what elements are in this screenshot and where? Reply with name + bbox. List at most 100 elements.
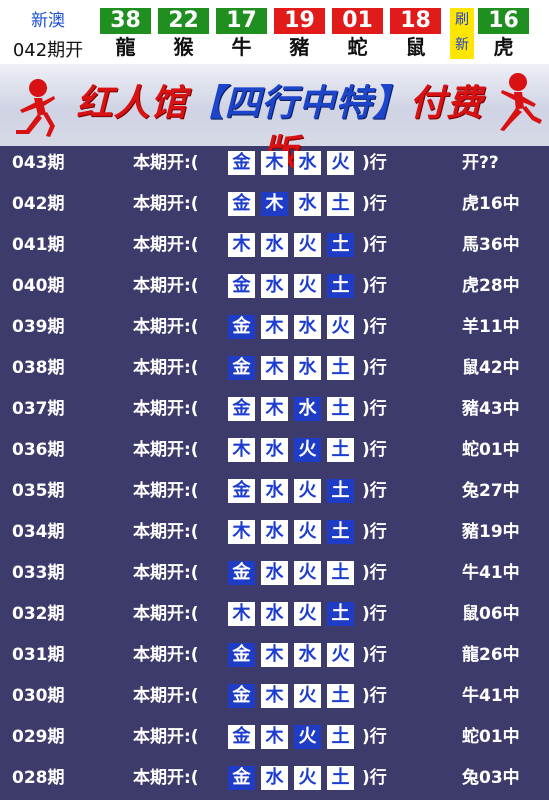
row-prefix: 本期开:( [133,522,199,542]
element: 水 [261,602,288,626]
issue-number: 037期 [12,399,65,419]
element-group: 金木火土 [228,725,360,751]
issue-number: 029期 [12,727,65,747]
element: 水 [261,561,288,585]
issue-number: 039期 [12,317,65,337]
row-suffix: )行 [362,317,387,337]
draw-result: 开?? [462,153,499,173]
element: 土 [327,438,354,462]
draw-result: 豬43中 [462,399,520,419]
row-suffix: )行 [362,604,387,624]
ball-zodiac: 猴 [173,35,194,59]
special-ball-number: 16 [478,8,529,34]
element-group: 金水火土 [228,274,360,300]
row-prefix: 本期开:( [133,358,199,378]
drawn-ball: 18 鼠 [390,8,441,59]
element: 火 [294,602,321,626]
list-item: 032期 本期开:(木水火土)行 鼠06中 [0,594,549,635]
issue-number: 031期 [12,645,65,665]
element: 木 [261,725,288,749]
element: 火 [327,151,354,175]
region-label: 新澳 [31,11,65,31]
row-suffix: )行 [362,768,387,788]
element: 木 [261,315,288,339]
element-group: 金木火土 [228,684,360,710]
drawn-ball: 22 猴 [158,8,209,59]
element: 土 [327,684,354,708]
draw-result: 羊11中 [462,317,520,337]
element: 土 [327,397,354,421]
list-item: 043期 本期开:(金木水火)行 开?? [0,143,549,184]
draw-result: 牛41中 [462,563,520,583]
element: 土 [327,356,354,380]
element: 土 [327,725,354,749]
draw-result: 龍26中 [462,645,520,665]
row-suffix: )行 [362,235,387,255]
banner-title-b: 【四行中特】 [187,82,410,124]
refresh-button[interactable]: 刷新 [450,8,474,59]
element: 木 [261,643,288,667]
row-suffix: )行 [362,194,387,214]
list-item: 042期 本期开:(金木水土)行 虎16中 [0,184,549,225]
element-group: 金木水火 [228,643,360,669]
ball-number: 17 [216,8,267,34]
draw-result: 兔27中 [462,481,520,501]
element: 土 [327,192,354,216]
red-runner-icon [500,73,542,131]
row-prefix: 本期开:( [133,686,199,706]
element-hit: 金 [228,643,255,667]
row-suffix: )行 [362,440,387,460]
element: 火 [327,643,354,667]
element-group: 木水火土 [228,520,360,546]
banner-title: 红人馆【四行中特】付费版 [60,78,500,174]
element: 火 [294,684,321,708]
ball-zodiac: 龍 [115,35,136,59]
element: 水 [294,356,321,380]
list-item: 028期 本期开:(金水火土)行 兔03中 [0,758,549,799]
row-suffix: )行 [362,522,387,542]
element: 金 [228,397,255,421]
period-label: 042期开 [12,40,84,61]
ball-zodiac: 蛇 [347,35,368,59]
prediction-list: 043期 本期开:(金木水火)行 开?? 042期 本期开:(金木水土)行 虎16中 041… [0,143,549,799]
element: 金 [228,151,255,175]
element: 火 [294,233,321,257]
banner: 红人馆【四行中特】付费版 [0,64,549,174]
draw-result: 馬36中 [462,235,520,255]
element-group: 金水火土 [228,479,360,505]
element: 水 [261,520,288,544]
ball-number: 19 [274,8,325,34]
list-item: 038期 本期开:(金木水土)行 鼠42中 [0,348,549,389]
issue-number: 040期 [12,276,65,296]
element: 木 [261,356,288,380]
row-prefix: 本期开:( [133,481,199,501]
row-suffix: )行 [362,153,387,173]
element-hit: 金 [228,356,255,380]
element-group: 金木水土 [228,192,360,218]
issue-number: 033期 [12,563,65,583]
element: 水 [294,315,321,339]
row-prefix: 本期开:( [133,440,199,460]
draw-result: 兔03中 [462,768,520,788]
element: 木 [261,397,288,421]
element: 火 [294,479,321,503]
ball-zodiac: 豬 [289,35,310,59]
element-hit: 土 [327,479,354,503]
drawn-ball: 19 豬 [274,8,325,59]
draw-result: 鼠42中 [462,358,520,378]
row-suffix: )行 [362,358,387,378]
row-prefix: 本期开:( [133,727,199,747]
issue-number: 032期 [12,604,65,624]
element-group: 金木水火 [228,151,360,177]
row-suffix: )行 [362,276,387,296]
ball-number: 22 [158,8,209,34]
issue-number: 043期 [12,153,65,173]
element-hit: 火 [294,438,321,462]
ball-number: 18 [390,8,441,34]
draw-result-bar: 新澳 042期开 38 龍 22 猴 17 牛 19 豬 01 蛇 18 鼠 刷新 16 虎 [0,0,549,64]
element: 火 [294,561,321,585]
element: 水 [261,233,288,257]
list-item: 031期 本期开:(金木水火)行 龍26中 [0,635,549,676]
drawn-ball: 38 龍 [100,8,151,59]
list-item: 037期 本期开:(金木水土)行 豬43中 [0,389,549,430]
